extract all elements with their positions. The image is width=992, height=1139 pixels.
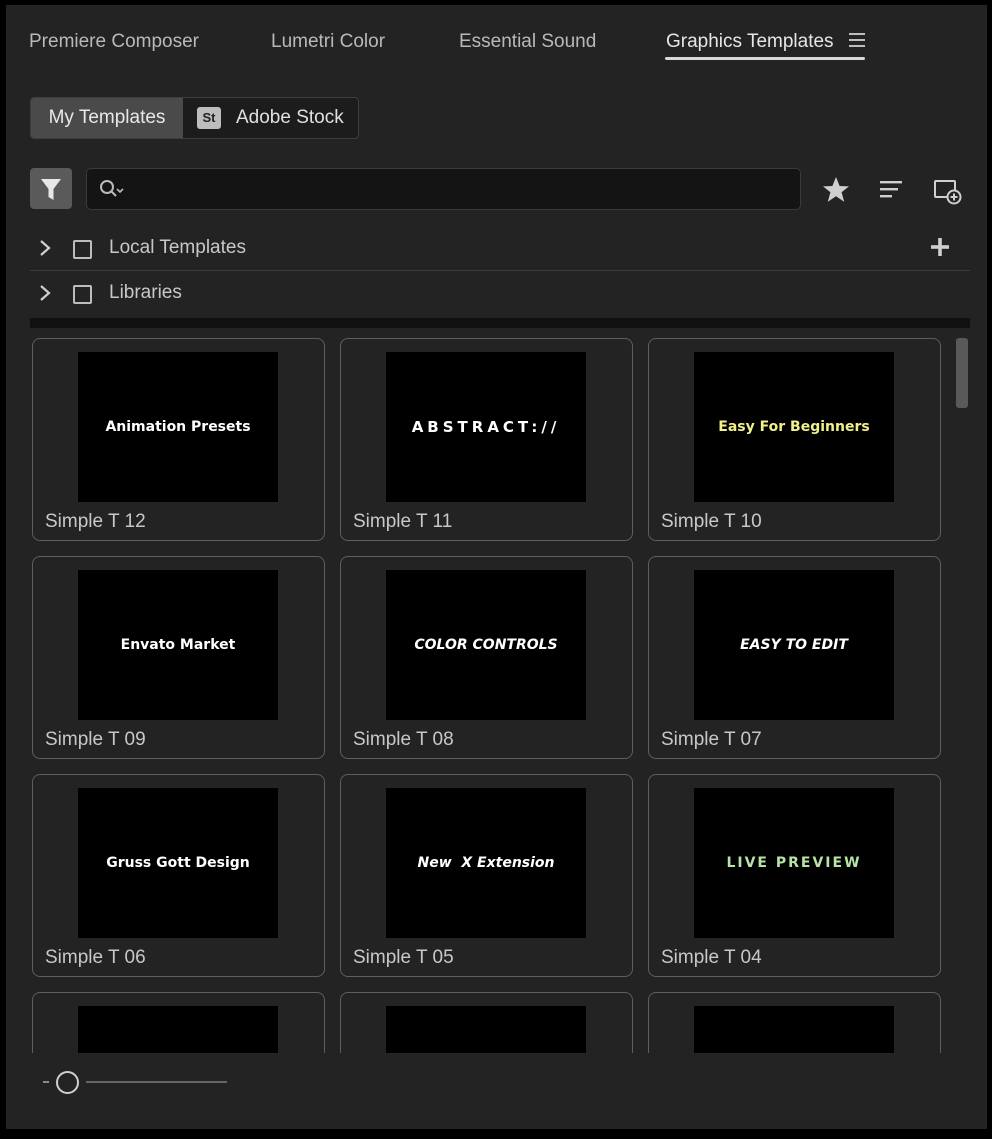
template-name: Simple T 10 (661, 511, 762, 532)
tab-essential-sound[interactable]: Essential Sound (459, 31, 596, 53)
template-card[interactable]: LIVE PREVIEW Simple T 04 (648, 774, 941, 977)
template-name: Simple T 12 (45, 511, 146, 532)
tab-graphics-templates[interactable]: Graphics Templates (666, 31, 834, 53)
panel-tabs: Premiere Composer Lumetri Color Essentia… (6, 5, 987, 65)
template-card[interactable]: Gruss Gott Design Simple T 06 (32, 774, 325, 977)
filter-icon (41, 179, 61, 200)
template-thumbnail: Easy For Beginners (694, 352, 894, 502)
template-thumbnail: Envato Market (78, 570, 278, 720)
adobe-stock-label: Adobe Stock (236, 107, 344, 128)
template-thumbnail: EASY TO EDIT (694, 570, 894, 720)
template-thumbnail (78, 1006, 278, 1053)
chevron-right-icon[interactable] (38, 283, 52, 303)
template-name: Simple T 09 (45, 729, 146, 750)
adobe-stock-button[interactable]: St Adobe Stock (183, 98, 358, 138)
tree-item-label: Libraries (109, 282, 182, 303)
adobe-stock-icon: St (197, 107, 221, 129)
template-card[interactable] (32, 992, 325, 1053)
checkbox[interactable] (73, 240, 92, 259)
template-thumbnail: New X Extension (386, 788, 586, 938)
section-separator (30, 318, 970, 328)
template-name: Simple T 08 (353, 729, 454, 750)
template-card[interactable]: EASY TO EDIT Simple T 07 (648, 556, 941, 759)
my-templates-button[interactable]: My Templates (31, 98, 183, 138)
new-bin-icon[interactable] (932, 175, 962, 205)
tab-lumetri-color[interactable]: Lumetri Color (271, 31, 385, 53)
star-icon[interactable] (821, 175, 851, 205)
search-input[interactable] (131, 177, 785, 201)
scrollbar-thumb[interactable] (956, 338, 968, 408)
template-card[interactable]: COLOR CONTROLS Simple T 08 (340, 556, 633, 759)
source-toggle: My Templates St Adobe Stock (30, 97, 359, 139)
thumbnail-size-slider-track[interactable] (86, 1081, 227, 1083)
search-icon[interactable] (98, 178, 128, 200)
template-thumbnail (386, 1006, 586, 1053)
template-name: Simple T 11 (353, 511, 453, 532)
template-name: Simple T 07 (661, 729, 762, 750)
checkbox[interactable] (73, 285, 92, 304)
template-thumbnail: Animation Presets (78, 352, 278, 502)
tree-item-libraries[interactable]: Libraries (30, 271, 970, 315)
chevron-right-icon[interactable] (38, 238, 52, 258)
template-name: Simple T 06 (45, 947, 146, 968)
zoom-out-icon (43, 1081, 49, 1083)
tree-item-local-templates[interactable]: Local Templates (30, 226, 970, 270)
template-thumbnail (694, 1006, 894, 1053)
template-name: Simple T 05 (353, 947, 454, 968)
template-thumbnail: COLOR CONTROLS (386, 570, 586, 720)
tab-premiere-composer[interactable]: Premiere Composer (29, 31, 199, 53)
template-card[interactable]: New X Extension Simple T 05 (340, 774, 633, 977)
template-thumbnail: Gruss Gott Design (78, 788, 278, 938)
tree-item-label: Local Templates (109, 237, 246, 258)
template-card[interactable]: ABSTRACT:// Simple T 11 (340, 338, 633, 541)
template-thumbnail: ABSTRACT:// (386, 352, 586, 502)
template-card[interactable]: Envato Market Simple T 09 (32, 556, 325, 759)
template-card[interactable]: Animation Presets Simple T 12 (32, 338, 325, 541)
templates-grid: Animation Presets Simple T 12 ABSTRACT:/… (32, 338, 947, 1053)
filter-button[interactable] (30, 168, 72, 209)
template-card[interactable] (648, 992, 941, 1053)
template-card[interactable] (340, 992, 633, 1053)
thumbnail-size-slider-knob[interactable] (56, 1071, 79, 1094)
panel-menu-icon[interactable] (849, 33, 865, 47)
plus-icon[interactable] (930, 237, 950, 257)
sort-icon[interactable] (877, 175, 907, 205)
graphics-templates-panel: Premiere Composer Lumetri Color Essentia… (6, 5, 987, 1129)
active-tab-indicator (665, 57, 865, 60)
template-name: Simple T 04 (661, 947, 762, 968)
template-thumbnail: LIVE PREVIEW (694, 788, 894, 938)
search-field (86, 168, 801, 210)
template-card[interactable]: Easy For Beginners Simple T 10 (648, 338, 941, 541)
